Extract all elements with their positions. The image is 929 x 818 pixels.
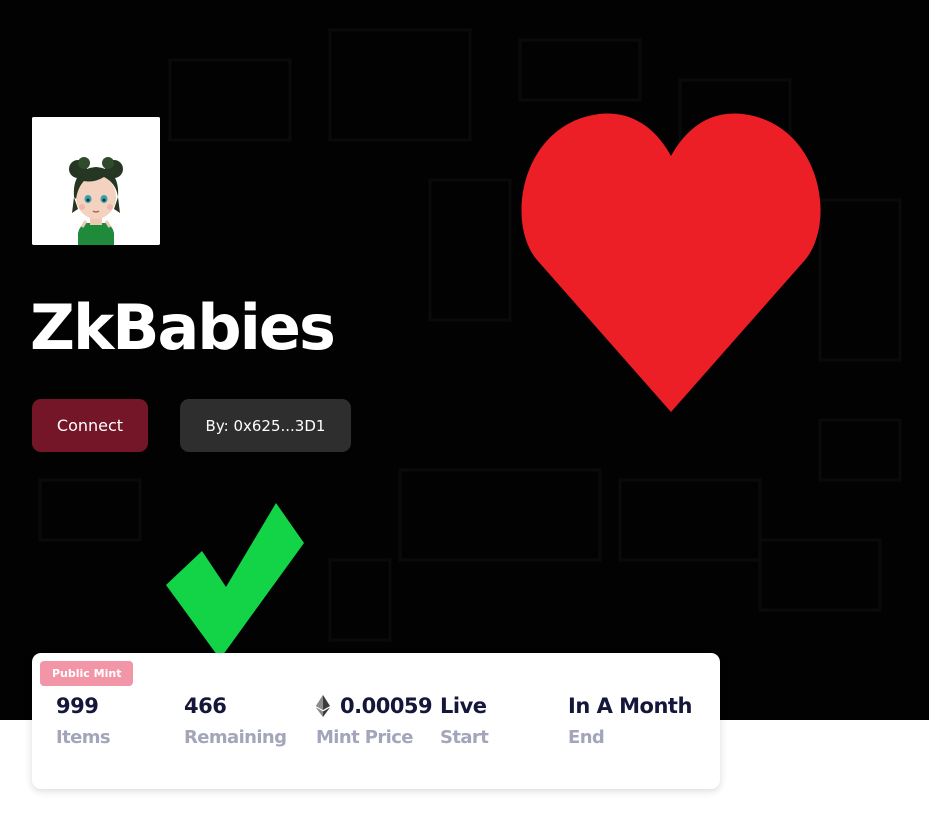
stat-mint-price: 0.00059 Mint Price [316, 693, 433, 748]
stat-start-value: Live [440, 694, 487, 718]
stat-remaining-label: Remaining [184, 727, 287, 748]
stat-end-label: End [568, 727, 605, 748]
stat-remaining-value: 466 [184, 694, 227, 718]
creator-address-button[interactable]: By: 0x625...3D1 [180, 399, 351, 452]
stat-start: Live Start [440, 693, 489, 748]
baby-avatar-icon [32, 117, 160, 245]
collection-hero: ZkBabies Connect By: 0x625...3D1 [0, 0, 929, 720]
stat-mint-price-row: 0.00059 [316, 693, 433, 719]
stat-end: In A Month End [568, 693, 692, 748]
collection-title: ZkBabies [30, 291, 336, 364]
stat-items-value: 999 [56, 694, 99, 718]
stat-remaining: 466 Remaining [184, 693, 287, 748]
ethereum-icon [316, 695, 330, 717]
stat-mint-price-value: 0.00059 [340, 694, 433, 718]
stat-end-value: In A Month [568, 694, 692, 718]
mint-info-card: Public Mint 999 Items 466 Remaining 0.00… [32, 653, 720, 789]
checkmark-icon [166, 503, 304, 659]
stat-items-label: Items [56, 727, 111, 748]
stat-start-label: Start [440, 727, 489, 748]
connect-button[interactable]: Connect [32, 399, 148, 452]
public-mint-badge: Public Mint [40, 661, 134, 686]
stat-items: 999 Items [56, 693, 111, 748]
heart-icon [521, 113, 821, 412]
stat-mint-price-label: Mint Price [316, 727, 413, 748]
page: ZkBabies Connect By: 0x625...3D1 Public … [0, 0, 929, 818]
collection-avatar [32, 117, 160, 245]
